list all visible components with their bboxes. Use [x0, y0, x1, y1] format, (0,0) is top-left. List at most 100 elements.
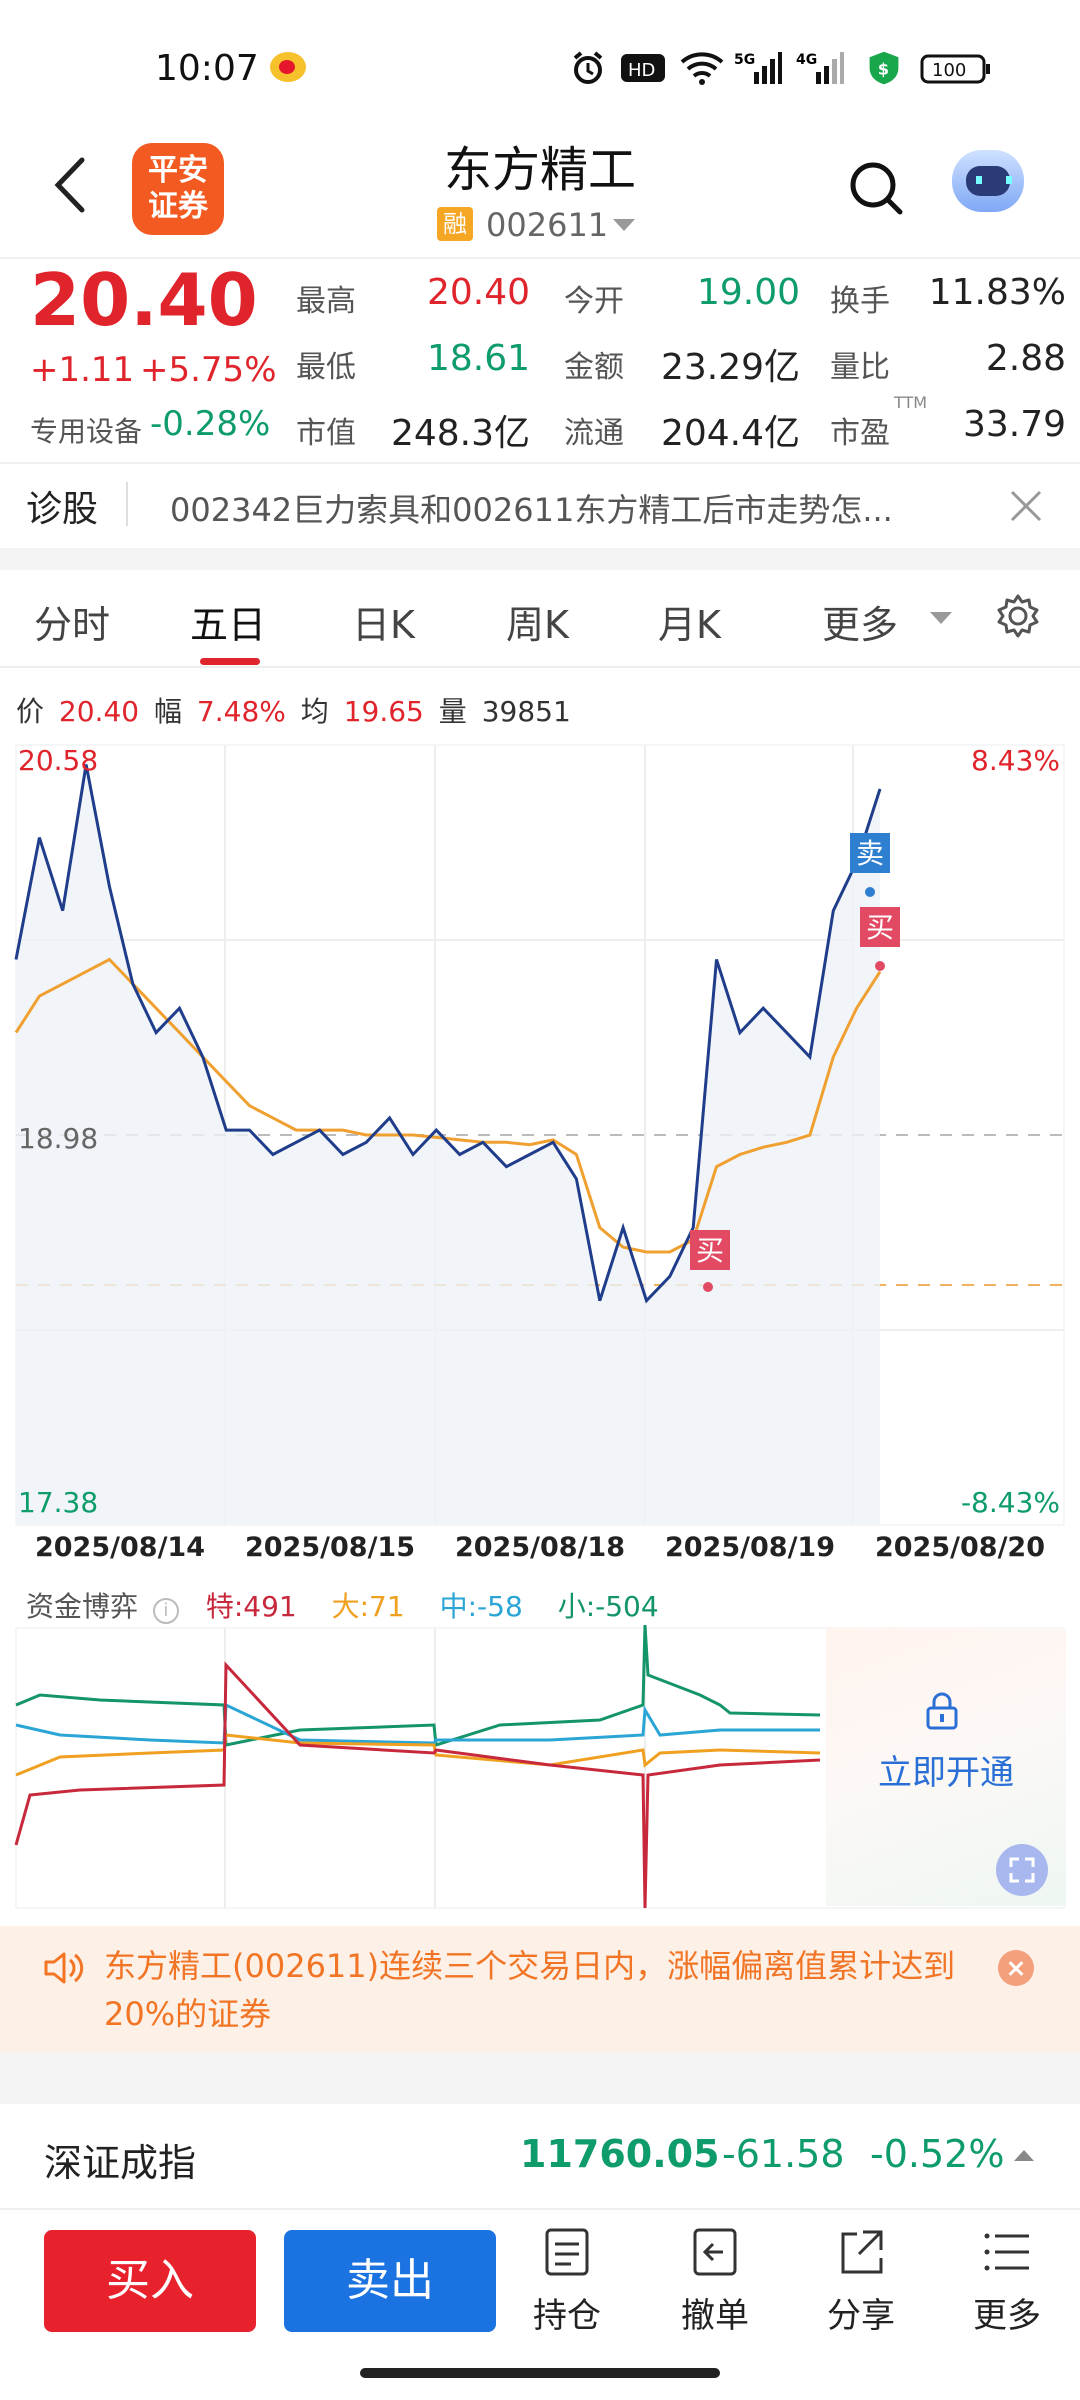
fund-flow-large: 大:71	[331, 1590, 405, 1623]
index-change: -61.58	[722, 2132, 845, 2176]
divider	[126, 482, 128, 526]
svg-text:HD: HD	[628, 60, 655, 81]
x-tick-label: 2025/08/18	[455, 1532, 625, 1560]
svg-text:4G: 4G	[796, 52, 817, 68]
chevron-up-icon[interactable]	[1014, 2150, 1034, 2161]
holdings-button[interactable]: 持仓	[512, 2226, 622, 2346]
tab-monthly-k[interactable]: 月K	[658, 594, 721, 649]
notice-text[interactable]: 东方精工(002611)连续三个交易日内，涨幅偏离值累计达到20%的证券	[104, 1942, 974, 2038]
volume-label: 量	[438, 695, 467, 728]
quote-label-open: 今开	[564, 284, 624, 319]
sector-name[interactable]: 专用设备	[30, 410, 142, 450]
fund-flow-medium: 中:-58	[439, 1590, 523, 1623]
quote-value-turnover: 11.83%	[928, 272, 1066, 313]
svg-text:$: $	[878, 59, 889, 78]
volume-value: 39851	[481, 695, 571, 728]
close-icon[interactable]	[998, 1950, 1034, 1986]
expand-icon[interactable]	[996, 1844, 1048, 1896]
chevron-down-icon[interactable]	[930, 612, 952, 624]
sell-button[interactable]: 卖出	[284, 2230, 496, 2332]
svg-text:买: 买	[696, 1234, 724, 1267]
quote-value-market-cap: 248.3亿	[390, 413, 530, 454]
signal-4g-icon: 4G	[796, 52, 844, 84]
price-change: +1.11	[30, 350, 135, 390]
quote-label-market-cap: 市值	[296, 416, 356, 451]
y-ref-label: 18.98	[18, 1122, 98, 1155]
search-icon[interactable]	[848, 160, 904, 216]
index-change-percent: -0.52%	[870, 2132, 1005, 2176]
holdings-icon	[545, 2228, 589, 2276]
unlock-button[interactable]: 立即开通	[826, 1745, 1066, 1794]
diagnose-label: 诊股	[26, 489, 99, 530]
quote-label-turnover: 换手	[830, 284, 890, 319]
sector-change-percent[interactable]: -0.28%	[150, 404, 270, 444]
status-time: 10:07	[155, 48, 259, 89]
quote-label-float-cap: 流通	[564, 416, 624, 451]
tab-daily-k[interactable]: 日K	[352, 594, 415, 649]
stock-code[interactable]: 002611	[486, 206, 608, 244]
home-indicator[interactable]	[360, 2368, 720, 2378]
tab-more[interactable]: 更多	[822, 594, 898, 649]
alarm-icon	[573, 51, 603, 84]
gear-icon[interactable]	[994, 592, 1042, 640]
quote-label-volume-ratio: 量比	[830, 350, 890, 385]
lock-icon	[926, 1692, 958, 1730]
svg-text:100: 100	[932, 60, 966, 81]
five-day-price-chart[interactable]: 20.58 18.98 17.38 8.43% -8.43% 2025/08/1…	[0, 740, 1080, 1560]
buy-button[interactable]: 买入	[44, 2230, 256, 2332]
fund-flow-label: 资金博弈	[26, 1590, 139, 1623]
info-icon[interactable]: i	[152, 1598, 179, 1624]
cancel-order-icon	[693, 2228, 737, 2276]
svg-text:买: 买	[866, 911, 894, 944]
quote-value-amount: 23.29亿	[660, 347, 800, 388]
close-icon[interactable]	[1008, 488, 1044, 524]
active-tab-indicator	[200, 658, 260, 665]
range-value: 7.48%	[196, 695, 286, 728]
ai-assistant-robot-icon[interactable]	[952, 150, 1024, 212]
fund-flow-legend: 资金博弈 i 特:491 大:71 中:-58 小:-504	[26, 1585, 659, 1625]
share-button[interactable]: 分享	[806, 2226, 916, 2346]
index-name: 深证成指	[44, 2141, 197, 2185]
ttm-mark: TTM	[894, 393, 928, 412]
battery-icon: 100	[920, 54, 990, 84]
chevron-down-icon[interactable]	[613, 219, 635, 231]
y-right-max-label: 8.43%	[971, 744, 1060, 777]
tab-weekly-k[interactable]: 周K	[506, 594, 569, 649]
cancel-order-button[interactable]: 撤单	[660, 2226, 770, 2346]
chart-info-row: 价 20.40 幅 7.48% 均 19.65 量 39851	[16, 690, 577, 730]
broker-logo: 平安 证券	[132, 143, 224, 235]
hd-icon: HD	[621, 54, 665, 82]
last-price: 20.40	[30, 258, 258, 342]
signal-5g-icon: 5G	[734, 52, 782, 84]
diagnose-text[interactable]: 002342巨力索具和002611东方精工后市走势怎...	[170, 485, 990, 531]
tab-intraday[interactable]: 分时	[34, 594, 110, 649]
y-right-min-label: -8.43%	[961, 1486, 1060, 1519]
section-gap	[0, 2052, 1080, 2104]
avg-label: 均	[300, 695, 329, 728]
speaker-icon	[44, 1952, 84, 1984]
quote-label-high: 最高	[296, 284, 356, 319]
fund-flow-small: 小:-504	[557, 1590, 659, 1623]
quote-label-amount: 金额	[564, 350, 624, 385]
security-shield-icon: $	[869, 51, 899, 85]
avg-value: 19.65	[343, 695, 424, 728]
range-label: 幅	[154, 695, 183, 728]
quote-value-volume-ratio: 2.88	[985, 338, 1066, 379]
x-tick-label: 2025/08/15	[245, 1532, 415, 1560]
x-tick-label: 2025/08/14	[35, 1532, 205, 1560]
price-label: 价	[16, 695, 45, 728]
back-arrow-icon[interactable]	[50, 150, 90, 220]
more-button[interactable]: 更多	[952, 2226, 1062, 2346]
cancel-order-label: 撤单	[681, 2296, 749, 2336]
price-value: 20.40	[58, 695, 140, 728]
tab-five-day[interactable]: 五日	[190, 594, 266, 649]
y-max-label: 20.58	[18, 744, 98, 777]
share-label: 分享	[827, 2296, 895, 2336]
share-icon	[841, 2230, 883, 2274]
quote-value-high: 20.40	[426, 272, 530, 313]
wifi-icon	[680, 52, 724, 85]
stock-name: 东方精工	[443, 142, 636, 198]
quote-value-open: 19.00	[696, 272, 800, 313]
fund-flow-super: 特:491	[205, 1590, 297, 1623]
x-tick-label: 2025/08/20	[875, 1532, 1045, 1560]
